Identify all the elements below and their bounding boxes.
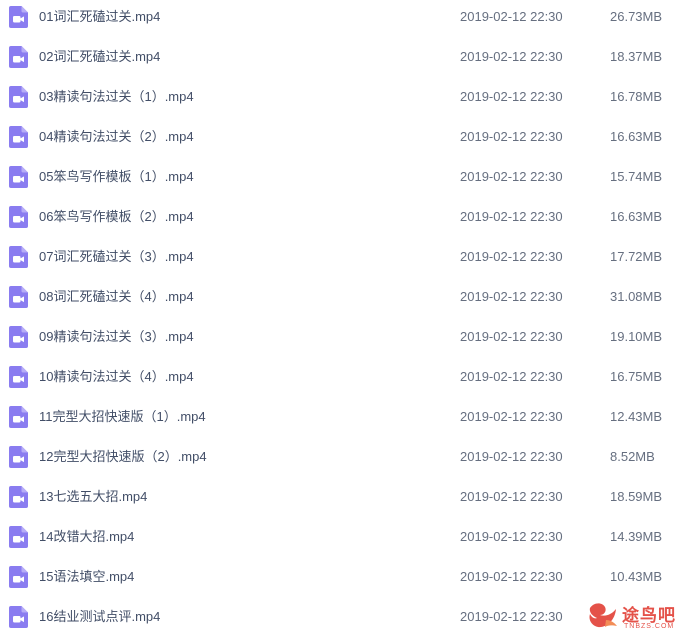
file-name[interactable]: 16结业测试点评.mp4 (39, 608, 160, 626)
file-name[interactable]: 12完型大招快速版（2）.mp4 (39, 448, 207, 466)
file-modified-date: 2019-02-12 22:30 (460, 289, 563, 304)
video-file-icon (9, 566, 28, 588)
video-file-icon (9, 126, 28, 148)
file-name[interactable]: 06笨鸟写作模板（2）.mp4 (39, 208, 194, 226)
file-row[interactable]: 11完型大招快速版（1）.mp4 2019-02-12 22:30 12.43M… (0, 397, 688, 437)
video-file-icon (9, 86, 28, 108)
file-row[interactable]: 15语法填空.mp4 2019-02-12 22:30 10.43MB (0, 557, 688, 597)
video-file-icon (9, 246, 28, 268)
file-name[interactable]: 14改错大招.mp4 (39, 528, 134, 546)
file-size: 8.52MB (610, 449, 655, 464)
video-file-icon (9, 166, 28, 188)
file-modified-date: 2019-02-12 22:30 (460, 369, 563, 384)
watermark-subtitle: TNBZS.COM (624, 623, 675, 630)
file-row[interactable]: 10精读句法过关（4）.mp4 2019-02-12 22:30 16.75MB (0, 357, 688, 397)
file-name[interactable]: 15语法填空.mp4 (39, 568, 134, 586)
file-row[interactable]: 08词汇死磕过关（4）.mp4 2019-02-12 22:30 31.08MB (0, 277, 688, 317)
video-file-icon (9, 6, 28, 28)
file-size: 16.75MB (610, 369, 663, 384)
file-row[interactable]: 07词汇死磕过关（3）.mp4 2019-02-12 22:30 17.72MB (0, 237, 688, 277)
file-size: 19.10MB (610, 329, 663, 344)
file-modified-date: 2019-02-12 22:30 (460, 409, 563, 424)
file-size: 16.63MB (610, 209, 663, 224)
file-modified-date: 2019-02-12 22:30 (460, 89, 563, 104)
file-name[interactable]: 02词汇死磕过关.mp4 (39, 48, 160, 66)
file-row[interactable]: 12完型大招快速版（2）.mp4 2019-02-12 22:30 8.52MB (0, 437, 688, 477)
file-row[interactable]: 14改错大招.mp4 2019-02-12 22:30 14.39MB (0, 517, 688, 557)
file-row[interactable]: 16结业测试点评.mp4 2019-02-12 22:30 (0, 597, 688, 637)
file-size: 26.73MB (610, 9, 663, 24)
file-row[interactable]: 09精读句法过关（3）.mp4 2019-02-12 22:30 19.10MB (0, 317, 688, 357)
file-modified-date: 2019-02-12 22:30 (460, 609, 563, 624)
site-watermark: 途鸟吧 TNBZS.COM (586, 596, 684, 636)
file-modified-date: 2019-02-12 22:30 (460, 569, 563, 584)
file-size: 18.37MB (610, 49, 663, 64)
file-size: 16.63MB (610, 129, 663, 144)
file-modified-date: 2019-02-12 22:30 (460, 529, 563, 544)
file-modified-date: 2019-02-12 22:30 (460, 169, 563, 184)
file-modified-date: 2019-02-12 22:30 (460, 249, 563, 264)
file-row[interactable]: 02词汇死磕过关.mp4 2019-02-12 22:30 18.37MB (0, 37, 688, 77)
video-file-icon (9, 326, 28, 348)
video-file-icon (9, 606, 28, 628)
file-size: 31.08MB (610, 289, 663, 304)
video-file-icon (9, 486, 28, 508)
file-row[interactable]: 04精读句法过关（2）.mp4 2019-02-12 22:30 16.63MB (0, 117, 688, 157)
video-file-icon (9, 286, 28, 308)
file-row[interactable]: 03精读句法过关（1）.mp4 2019-02-12 22:30 16.78MB (0, 77, 688, 117)
file-name[interactable]: 05笨鸟写作模板（1）.mp4 (39, 168, 194, 186)
file-modified-date: 2019-02-12 22:30 (460, 9, 563, 24)
video-file-icon (9, 526, 28, 548)
file-modified-date: 2019-02-12 22:30 (460, 449, 563, 464)
video-file-icon (9, 366, 28, 388)
bird-logo-icon (589, 603, 617, 628)
file-row[interactable]: 06笨鸟写作模板（2）.mp4 2019-02-12 22:30 16.63MB (0, 197, 688, 237)
file-modified-date: 2019-02-12 22:30 (460, 489, 563, 504)
file-name[interactable]: 01词汇死磕过关.mp4 (39, 8, 160, 26)
video-file-icon (9, 206, 28, 228)
file-size: 17.72MB (610, 249, 663, 264)
file-size: 14.39MB (610, 529, 663, 544)
video-file-icon (9, 406, 28, 428)
file-row[interactable]: 13七选五大招.mp4 2019-02-12 22:30 18.59MB (0, 477, 688, 517)
file-list: 01词汇死磕过关.mp4 2019-02-12 22:30 26.73MB 02… (0, 0, 688, 638)
file-name[interactable]: 07词汇死磕过关（3）.mp4 (39, 248, 194, 266)
file-modified-date: 2019-02-12 22:30 (460, 209, 563, 224)
file-modified-date: 2019-02-12 22:30 (460, 329, 563, 344)
file-size: 10.43MB (610, 569, 663, 584)
file-name[interactable]: 04精读句法过关（2）.mp4 (39, 128, 194, 146)
file-modified-date: 2019-02-12 22:30 (460, 129, 563, 144)
file-name[interactable]: 03精读句法过关（1）.mp4 (39, 88, 194, 106)
file-name[interactable]: 08词汇死磕过关（4）.mp4 (39, 288, 194, 306)
file-modified-date: 2019-02-12 22:30 (460, 49, 563, 64)
file-name[interactable]: 11完型大招快速版（1）.mp4 (39, 408, 206, 426)
video-file-icon (9, 46, 28, 68)
file-size: 15.74MB (610, 169, 663, 184)
file-name[interactable]: 13七选五大招.mp4 (39, 488, 147, 506)
file-row[interactable]: 01词汇死磕过关.mp4 2019-02-12 22:30 26.73MB (0, 0, 688, 37)
file-row[interactable]: 05笨鸟写作模板（1）.mp4 2019-02-12 22:30 15.74MB (0, 157, 688, 197)
file-size: 18.59MB (610, 489, 663, 504)
file-size: 16.78MB (610, 89, 663, 104)
file-name[interactable]: 10精读句法过关（4）.mp4 (39, 368, 194, 386)
file-name[interactable]: 09精读句法过关（3）.mp4 (39, 328, 194, 346)
video-file-icon (9, 446, 28, 468)
file-size: 12.43MB (610, 409, 663, 424)
